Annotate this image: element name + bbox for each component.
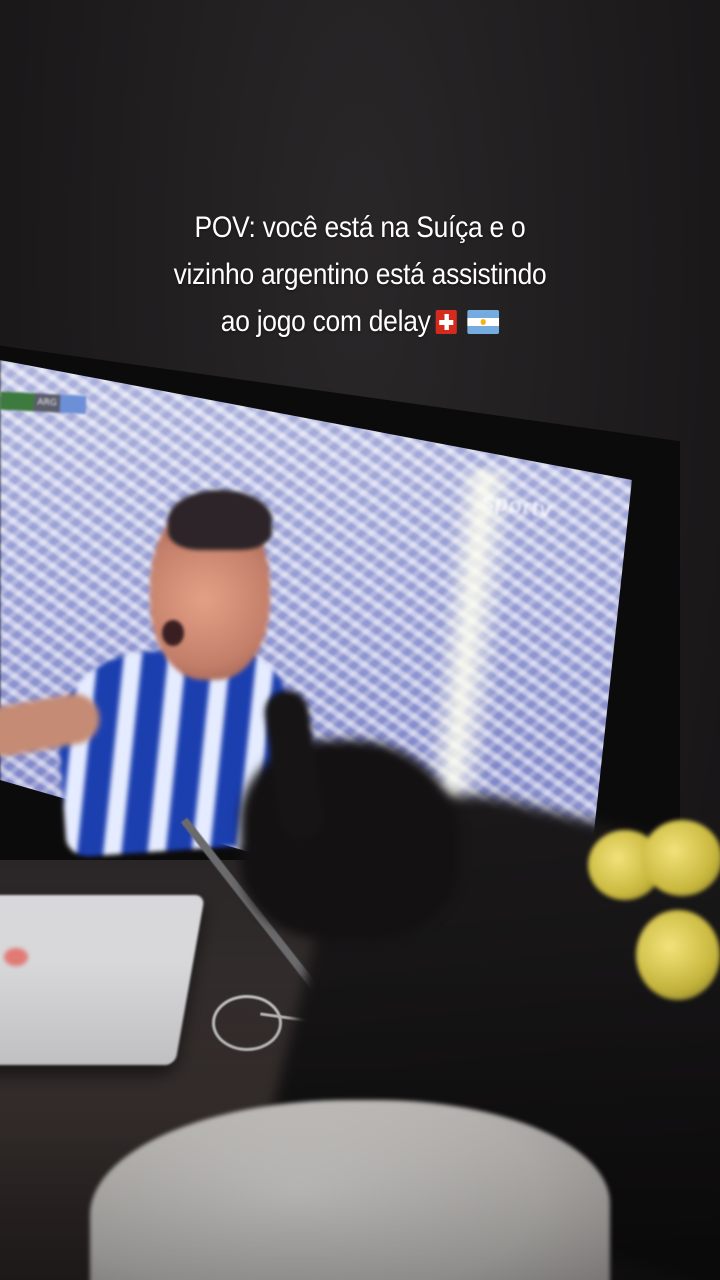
- video-frame: ARG sportv: [0, 0, 720, 1280]
- caption-line-3-text: ao jogo com delay: [220, 305, 431, 338]
- flower: [642, 820, 720, 896]
- scorebug-flag: [59, 394, 87, 414]
- flag-argentina-icon: [467, 310, 500, 334]
- caption-line-3: ao jogo com delay: [140, 298, 580, 345]
- scorebug-team: ARG: [33, 392, 61, 413]
- scorebug-score: [0, 391, 35, 411]
- flag-switzerland-icon: [435, 310, 457, 334]
- scorebug: ARG: [0, 390, 97, 419]
- player-hair: [168, 490, 272, 550]
- player-mouth: [162, 620, 184, 646]
- caption-overlay: POV: você está na Suíça e o vizinho arge…: [140, 204, 580, 345]
- caption-line-1: POV: você está na Suíça e o: [194, 211, 526, 244]
- caption-line-2: vizinho argentino está assistindo: [173, 258, 547, 291]
- bottom-shade: [0, 960, 720, 1280]
